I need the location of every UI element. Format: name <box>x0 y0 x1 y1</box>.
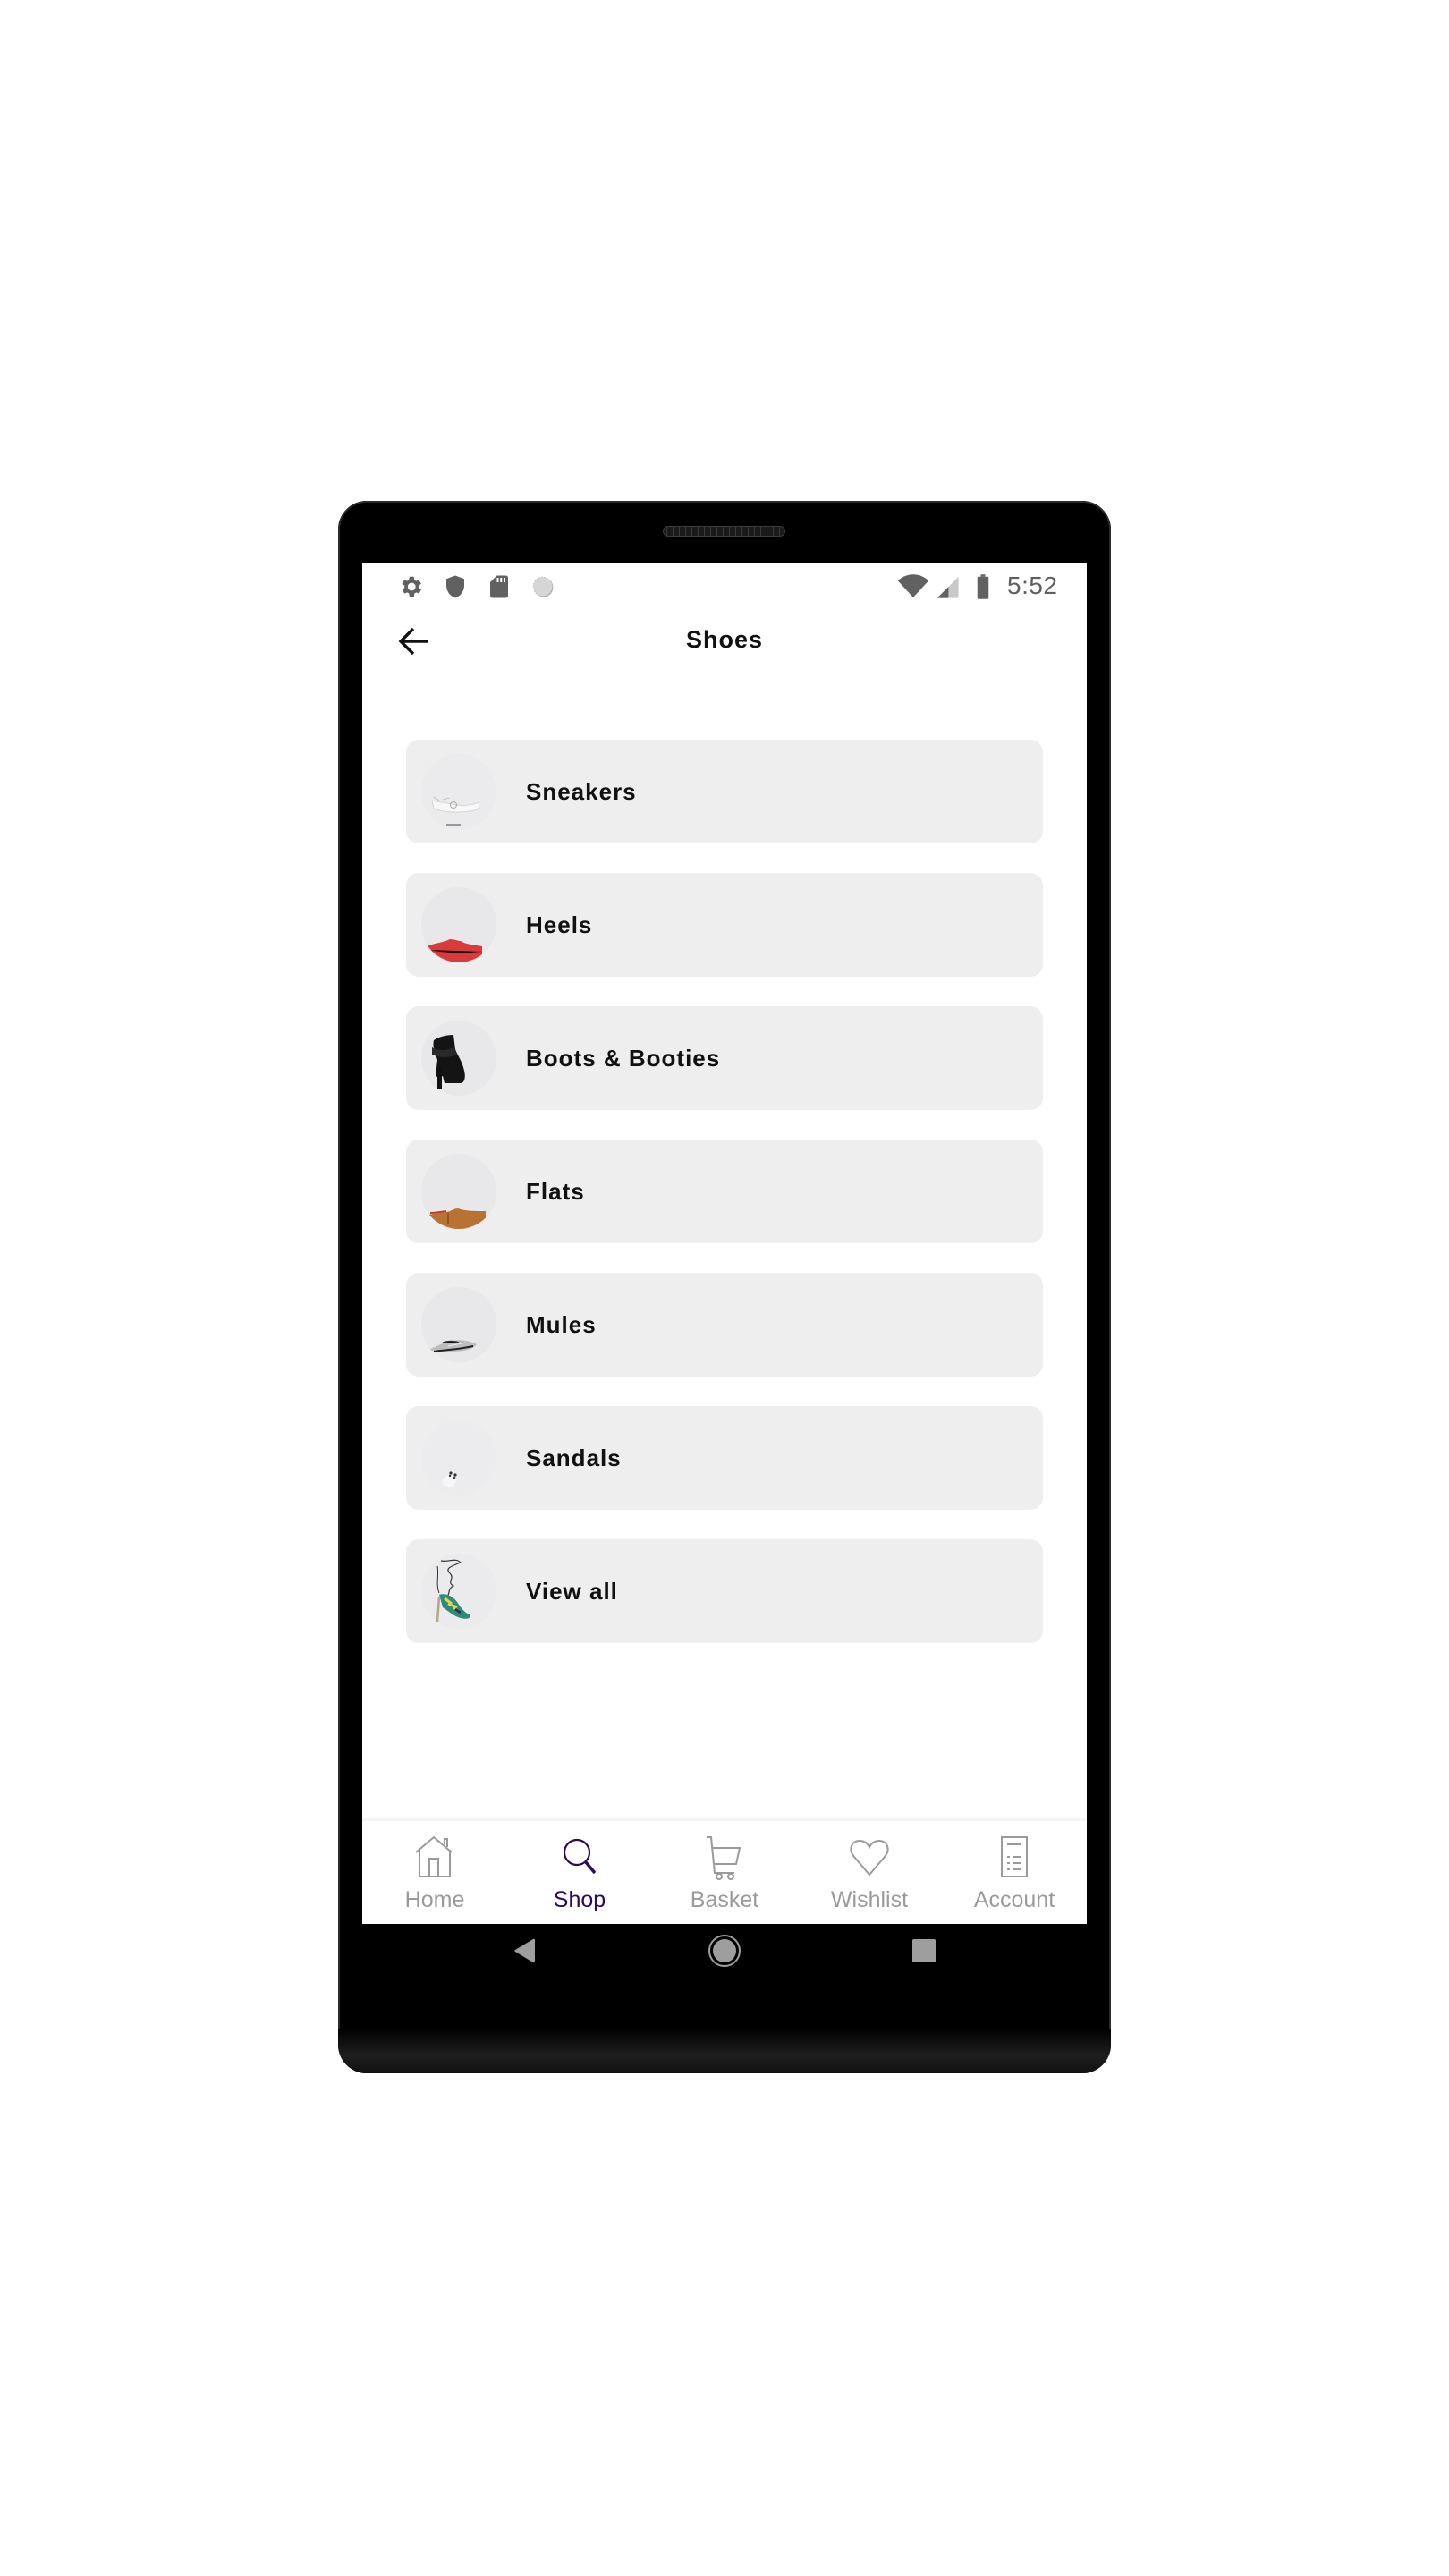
nav-label: Shop <box>553 1887 606 1912</box>
category-item-sneakers[interactable]: Sneakers <box>406 740 1043 843</box>
category-item-mules[interactable]: Mules <box>406 1273 1043 1377</box>
sync-circle-icon <box>532 576 554 597</box>
battery-icon <box>977 574 989 599</box>
gear-icon <box>402 576 421 597</box>
category-list: Sneakers Heels Boots & Booties Flats Mul… <box>406 740 1043 1673</box>
wifi-icon <box>897 574 929 597</box>
search-icon <box>563 1838 597 1875</box>
category-item-flats[interactable]: Flats <box>406 1140 1043 1243</box>
category-label: Heels <box>526 911 593 938</box>
category-item-sandals[interactable]: Sandals <box>406 1406 1043 1510</box>
system-navigation-bar <box>338 1924 1111 2013</box>
nav-tab-wishlist[interactable]: Wishlist <box>797 1821 942 1924</box>
black-boot-image-icon <box>421 1021 496 1096</box>
top-app-bar: Shoes <box>362 606 1087 678</box>
cart-icon <box>707 1836 741 1880</box>
nav-label: Basket <box>690 1887 759 1912</box>
category-label: Flats <box>526 1177 585 1205</box>
phone-speaker <box>663 526 785 537</box>
category-label: View all <box>526 1577 618 1605</box>
category-thumbnail <box>421 1021 496 1096</box>
category-item-view-all[interactable]: View all <box>406 1539 1043 1643</box>
phone-chin <box>338 2029 1111 2073</box>
home-icon <box>415 1835 453 1877</box>
page-title: Shoes <box>685 626 764 653</box>
nav-tab-account[interactable]: Account <box>942 1821 1087 1924</box>
shield-icon <box>446 575 464 598</box>
category-thumbnail <box>421 887 496 962</box>
nav-label: Account <box>973 1887 1055 1912</box>
phone-frame: 5:52 Shoes Sneakers Heels Boots & Bootie… <box>338 501 1111 2073</box>
red-heel-image-icon <box>421 887 496 962</box>
category-thumbnail <box>421 1287 496 1362</box>
category-item-heels[interactable]: Heels <box>406 873 1043 977</box>
category-label: Mules <box>526 1310 597 1338</box>
category-thumbnail <box>421 1554 496 1629</box>
category-thumbnail <box>421 754 496 829</box>
category-thumbnail <box>421 1154 496 1229</box>
status-time: 5:52 <box>1007 572 1058 599</box>
sneaker-image-icon <box>421 754 496 829</box>
category-thumbnail <box>421 1420 496 1496</box>
back-triangle-icon[interactable] <box>513 1938 537 1963</box>
nav-tab-home[interactable]: Home <box>362 1821 507 1924</box>
heart-icon <box>850 1839 889 1877</box>
home-circle-icon[interactable] <box>708 1934 741 1968</box>
bottom-navigation: Home Shop Basket Wishlist Account <box>362 1818 1087 1924</box>
status-bar: 5:52 <box>362 564 1087 606</box>
category-item-boots-booties[interactable]: Boots & Booties <box>406 1006 1043 1110</box>
sd-card-icon <box>490 575 508 598</box>
nav-tab-shop[interactable]: Shop <box>507 1821 652 1924</box>
app-screen: 5:52 Shoes Sneakers Heels Boots & Bootie… <box>362 564 1087 1924</box>
category-label: Boots & Booties <box>526 1044 721 1072</box>
account-list-icon <box>1001 1836 1028 1877</box>
patterned-heel-image-icon <box>421 1554 496 1629</box>
silver-mule-image-icon <box>421 1287 496 1362</box>
sandal-image-icon <box>421 1420 496 1496</box>
nav-label: Wishlist <box>830 1887 909 1912</box>
recents-square-icon[interactable] <box>912 1939 936 1962</box>
cell-signal-icon <box>936 576 959 598</box>
nav-label: Home <box>404 1887 465 1912</box>
nav-tab-basket[interactable]: Basket <box>652 1821 797 1924</box>
category-label: Sneakers <box>526 777 637 805</box>
tan-flat-image-icon <box>421 1154 496 1229</box>
category-label: Sandals <box>526 1444 622 1471</box>
